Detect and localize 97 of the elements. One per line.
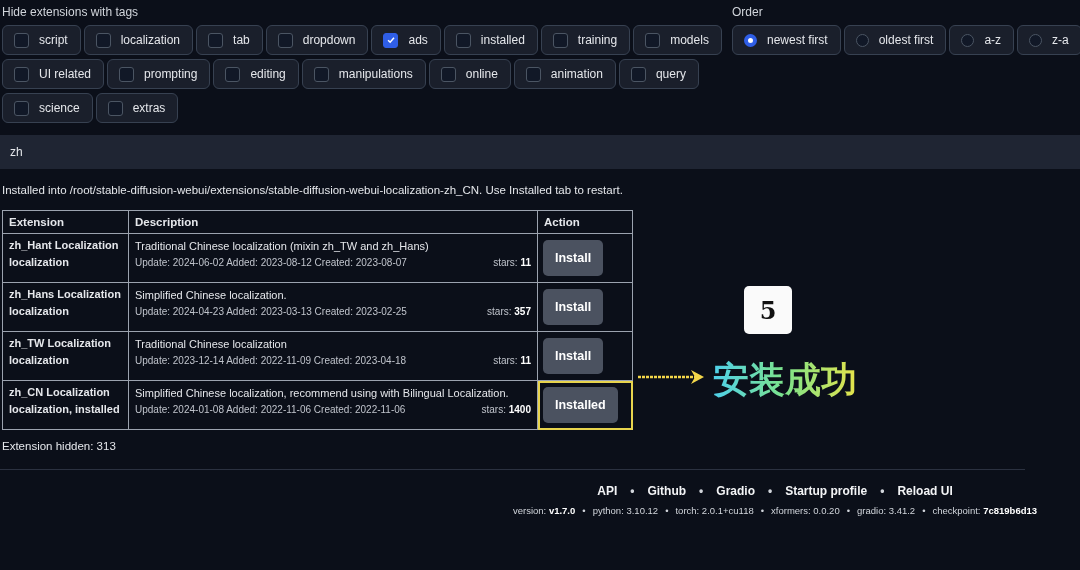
checkbox[interactable] xyxy=(630,66,646,82)
radio-button[interactable] xyxy=(961,33,975,47)
tag-checkbox[interactable]: training xyxy=(540,25,631,55)
checkbox[interactable] xyxy=(277,32,293,48)
checkbox[interactable] xyxy=(313,66,329,82)
tags-label: Hide extensions with tags xyxy=(2,5,140,19)
extension-name[interactable]: zh_Hant Localization xyxy=(9,237,122,254)
tag-checkbox[interactable]: ads xyxy=(371,25,441,55)
stars-count: stars: 1400 xyxy=(481,404,531,415)
install-button[interactable]: Installed xyxy=(543,387,618,423)
column-header: Extension xyxy=(2,210,129,234)
description: Simplified Chinese localization, recommend using with Bilingual Localization. xyxy=(135,386,510,401)
description: Traditional Chinese localization (mixin zh_TW and zh_Hans) xyxy=(135,239,430,254)
checkbox[interactable] xyxy=(455,32,471,48)
tag-checkbox[interactable]: localization xyxy=(83,25,194,55)
footer-link[interactable]: Reload UI xyxy=(897,484,953,498)
version-info: torch: 2.0.1+cu118 xyxy=(675,505,754,516)
checkbox[interactable] xyxy=(225,66,241,82)
stars-count: stars: 357 xyxy=(487,306,531,317)
order-radio[interactable]: a-z xyxy=(949,25,1015,55)
version-info: checkpoint: 7c819b6d13 xyxy=(932,505,1038,516)
checkbox[interactable] xyxy=(14,32,29,48)
separator: • xyxy=(768,484,773,498)
checkbox[interactable] xyxy=(95,32,111,48)
tag-checkbox[interactable]: UI related xyxy=(2,59,105,89)
footer-link[interactable]: Gradio xyxy=(716,484,755,498)
tag-checkbox[interactable]: dropdown xyxy=(265,25,369,55)
dates: Update: 2024-06-02 Added: 2023-08-12 Created: 2023-08-07 xyxy=(135,257,407,268)
separator: • xyxy=(846,505,850,516)
checkbox[interactable] xyxy=(645,32,661,48)
order-radio[interactable]: z-a xyxy=(1017,25,1080,55)
hidden-count: Extension hidden: 313 xyxy=(2,440,117,452)
radio-button[interactable] xyxy=(1029,33,1043,47)
tag-checkbox[interactable]: extras xyxy=(95,93,179,123)
extension-name[interactable]: zh_TW Localization xyxy=(9,335,122,352)
version-info: xformers: 0.0.20 xyxy=(771,505,840,516)
checkbox[interactable] xyxy=(14,66,29,82)
separator: • xyxy=(582,505,586,516)
step-badge: 5 xyxy=(744,286,792,334)
status-message: Installed into /root/stable-diffusion-webui/extensions/stable-diffusion-webui-localization-zh_CN. Use Installed tab to restart. xyxy=(2,184,624,196)
separator: • xyxy=(630,484,635,498)
separator: • xyxy=(922,505,926,516)
install-button[interactable]: Install xyxy=(543,240,604,276)
column-header: Action xyxy=(537,210,633,234)
extension-tags: localization xyxy=(9,352,122,369)
extension-tags: localization xyxy=(9,303,122,320)
footer-link[interactable]: Github xyxy=(647,484,687,498)
extension-tags: localization xyxy=(9,254,122,271)
order-label: Order xyxy=(732,5,764,19)
extension-name[interactable]: zh_Hans Localization xyxy=(9,286,122,303)
separator: • xyxy=(665,505,669,516)
tag-checkbox[interactable]: science xyxy=(2,93,93,123)
order-radio[interactable]: oldest first xyxy=(843,25,947,55)
dates: Update: 2024-04-23 Added: 2023-03-13 Created: 2023-02-25 xyxy=(135,306,407,317)
checkbox[interactable] xyxy=(107,100,123,116)
checkbox[interactable] xyxy=(440,66,456,82)
separator: • xyxy=(699,484,704,498)
checkbox[interactable] xyxy=(14,100,29,116)
tag-checkbox[interactable]: manipulations xyxy=(301,59,426,89)
install-button[interactable]: Install xyxy=(543,289,604,325)
tag-checkbox[interactable]: prompting xyxy=(107,59,211,89)
extension-tags: localization, installed xyxy=(9,401,122,418)
description: Traditional Chinese localization xyxy=(135,337,288,352)
check-icon xyxy=(385,35,396,45)
tag-checkbox[interactable]: tab xyxy=(196,25,263,55)
tag-checkbox[interactable]: editing xyxy=(213,59,299,89)
checkbox[interactable] xyxy=(525,66,541,82)
description: Simplified Chinese localization. xyxy=(135,288,288,303)
separator: • xyxy=(760,505,765,516)
tag-checkbox[interactable]: query xyxy=(618,59,699,89)
dates: Update: 2023-12-14 Added: 2022-11-09 Created: 2023-04-18 xyxy=(135,355,407,366)
version-info: gradio: 3.41.2 xyxy=(857,505,916,516)
arrow-icon xyxy=(637,369,705,385)
column-header: Description xyxy=(128,210,538,234)
search-field[interactable]: zh xyxy=(0,135,1080,169)
stars-count: stars: 11 xyxy=(493,257,531,268)
checkbox[interactable] xyxy=(208,32,224,48)
dates: Update: 2024-01-08 Added: 2022-11-06 Created: 2022-11-06 xyxy=(135,404,406,415)
tag-checkbox[interactable]: installed xyxy=(443,25,538,55)
radio-button[interactable] xyxy=(744,33,757,47)
extension-name[interactable]: zh_CN Localization xyxy=(9,384,122,401)
tag-checkbox[interactable]: animation xyxy=(513,59,616,89)
tag-checkbox[interactable]: models xyxy=(633,25,722,55)
footer-link[interactable]: Startup profile xyxy=(785,484,868,498)
install-button[interactable]: Install xyxy=(543,338,604,374)
checkbox[interactable] xyxy=(119,66,135,82)
stars-count: stars: 11 xyxy=(493,355,531,366)
tag-checkbox[interactable]: online xyxy=(428,59,511,89)
tag-checkbox[interactable]: script xyxy=(2,25,81,55)
checkbox[interactable] xyxy=(552,32,568,48)
version-info: python: 3.10.12 xyxy=(592,505,659,516)
version-info: version: v1.7.0 xyxy=(512,505,576,516)
checkbox[interactable] xyxy=(383,32,399,48)
order-radio[interactable]: newest first xyxy=(732,25,841,55)
footer-link[interactable]: API xyxy=(597,484,618,498)
radio-button[interactable] xyxy=(855,33,869,47)
separator: • xyxy=(880,484,885,498)
